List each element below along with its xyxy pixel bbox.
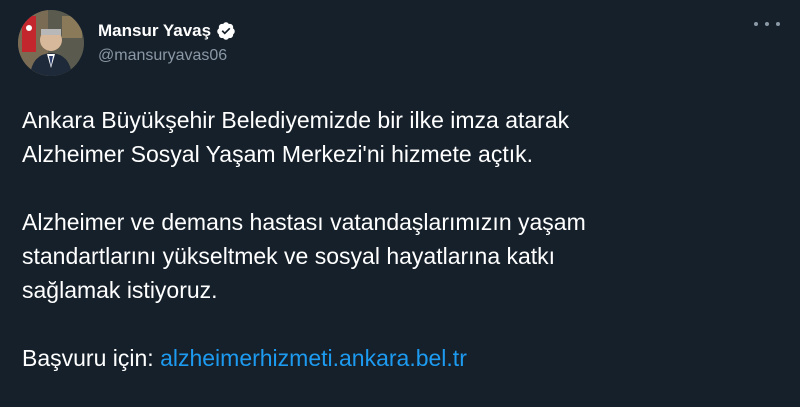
- tweet-text: Ankara Büyükşehir Belediyemizde bir ilke…: [22, 103, 782, 375]
- author-name[interactable]: Mansur Yavaş: [98, 21, 211, 41]
- avatar[interactable]: [18, 10, 84, 76]
- verified-badge-icon: [216, 21, 236, 41]
- paragraph-2: Alzheimer ve demans hastası vatandaşları…: [22, 205, 782, 307]
- apply-label: Başvuru için:: [22, 345, 154, 371]
- paragraph-3: Başvuru için: alzheimerhizmeti.ankara.be…: [22, 341, 782, 375]
- author-handle[interactable]: @mansuryavas06: [98, 47, 236, 65]
- text-line: standartlarını yükseltmek ve sosyal haya…: [22, 243, 556, 269]
- more-options-icon[interactable]: [754, 16, 780, 32]
- text-line: sağlamak istiyoruz.: [22, 277, 218, 303]
- avatar-image: [18, 10, 84, 76]
- tweet-card: Mansur Yavaş @mansuryavas06 Ankara Büyük…: [0, 0, 800, 407]
- name-row: Mansur Yavaş: [98, 21, 236, 41]
- text-line: Ankara Büyükşehir Belediyemizde bir ilke…: [22, 107, 570, 133]
- tweet-header: Mansur Yavaş @mansuryavas06: [18, 10, 236, 76]
- text-line: Alzheimer Sosyal Yaşam Merkezi'ni hizmet…: [22, 141, 533, 167]
- user-info: Mansur Yavaş @mansuryavas06: [98, 21, 236, 65]
- apply-link[interactable]: alzheimerhizmeti.ankara.bel.tr: [160, 345, 467, 371]
- dot: [776, 22, 780, 26]
- dot: [765, 22, 769, 26]
- paragraph-1: Ankara Büyükşehir Belediyemizde bir ilke…: [22, 103, 782, 171]
- dot: [754, 22, 758, 26]
- text-line: Alzheimer ve demans hastası vatandaşları…: [22, 209, 586, 235]
